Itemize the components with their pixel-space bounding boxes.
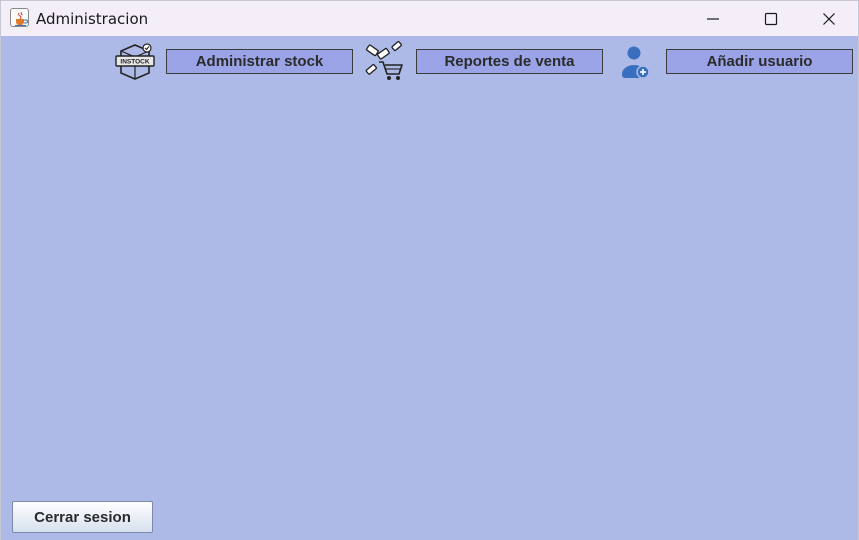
application-window: Administracion INSTOCK Administrar stock…: [0, 0, 859, 540]
manage-stock-button[interactable]: Administrar stock: [166, 49, 353, 74]
title-bar[interactable]: Administracion: [1, 1, 858, 36]
close-button[interactable]: [800, 1, 858, 36]
maximize-button[interactable]: [742, 1, 800, 36]
logout-button[interactable]: Cerrar sesion: [12, 501, 153, 533]
close-icon: [823, 12, 835, 25]
add-user-icon: [617, 44, 653, 85]
main-content: INSTOCK Administrar stock Reportes de ve…: [1, 36, 858, 540]
minimize-button[interactable]: [684, 1, 742, 36]
in-stock-icon: INSTOCK: [115, 43, 155, 86]
shopping-cart-icon: [364, 41, 406, 88]
java-cup-icon: [10, 8, 29, 27]
svg-text:INSTOCK: INSTOCK: [120, 59, 149, 66]
maximize-icon: [764, 12, 778, 25]
sales-reports-button[interactable]: Reportes de venta: [416, 49, 603, 74]
minimize-icon: [707, 17, 719, 20]
add-user-button[interactable]: Añadir usuario: [666, 49, 853, 74]
window-title: Administracion: [36, 10, 149, 28]
